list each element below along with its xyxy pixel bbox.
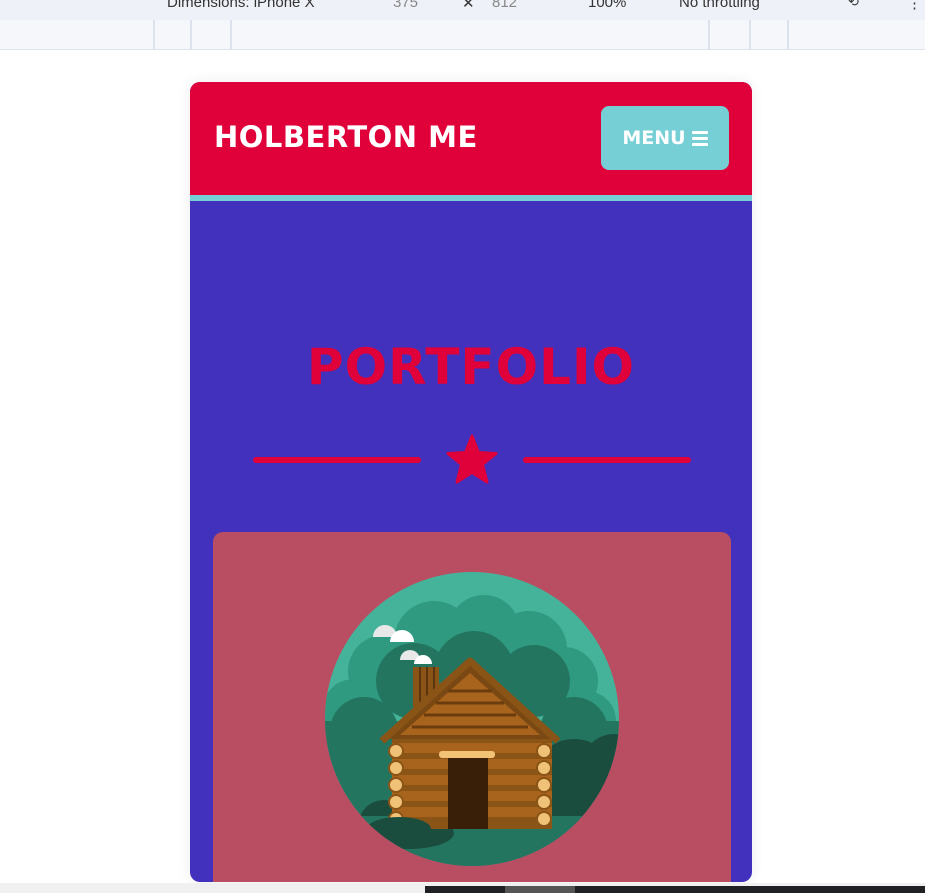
device-width-input[interactable]: 375: [393, 0, 418, 11]
device-toolbar: Dimensions: iPhone X 375 ✕ 812 100% No t…: [0, 0, 925, 20]
device-dimensions-dropdown[interactable]: Dimensions: iPhone X: [167, 0, 315, 11]
dimension-separator: ✕: [462, 0, 475, 12]
hamburger-icon: [691, 130, 708, 146]
divider-line-right: [523, 457, 691, 463]
site-header: HOLBERTON ME MENU: [190, 82, 752, 201]
device-height-input[interactable]: 812: [492, 0, 517, 11]
portfolio-card[interactable]: [213, 532, 731, 882]
more-icon[interactable]: ⋮: [907, 0, 922, 12]
horizontal-scrollbar[interactable]: [0, 883, 925, 893]
log-cabin-illustration: [325, 572, 619, 866]
rotate-icon[interactable]: ⟲: [848, 0, 859, 10]
media-query-ruler: [0, 20, 925, 50]
site-brand[interactable]: HOLBERTON ME: [214, 120, 478, 154]
menu-button[interactable]: MENU: [601, 106, 729, 170]
zoom-dropdown[interactable]: 100%: [588, 0, 626, 11]
menu-label: MENU: [622, 127, 686, 149]
device-viewport: HOLBERTON ME MENU PORTFOLIO: [190, 82, 752, 882]
portfolio-title: PORTFOLIO: [306, 338, 636, 396]
throttling-dropdown[interactable]: No throttling: [679, 0, 760, 11]
star-icon: [446, 434, 498, 484]
scrollbar-thumb[interactable]: [505, 886, 575, 893]
divider-line-left: [253, 457, 421, 463]
